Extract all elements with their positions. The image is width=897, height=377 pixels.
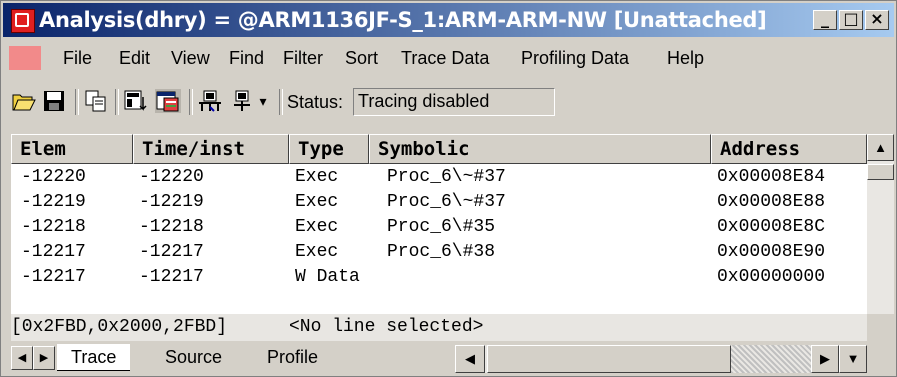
column-header-symbolic[interactable]: Symbolic bbox=[369, 134, 711, 164]
window-title: Analysis(dhry) = @ARM1136JF-S_1:ARM-ARM-… bbox=[39, 8, 767, 32]
binary-view-icon[interactable] bbox=[123, 89, 149, 113]
capture-dropdown-arrow[interactable]: ▾ bbox=[255, 89, 271, 113]
save-icon[interactable] bbox=[41, 89, 67, 113]
menu-file[interactable]: File bbox=[63, 48, 92, 69]
toolbar-separator bbox=[115, 89, 119, 115]
toolbar-separator bbox=[279, 89, 283, 115]
document-icon[interactable] bbox=[9, 46, 41, 70]
app-icon bbox=[11, 9, 35, 33]
toolbar-separator bbox=[75, 89, 79, 115]
vertical-scrollbar[interactable]: ▲ bbox=[867, 134, 894, 314]
cell-type: Exec bbox=[295, 242, 339, 262]
cell-address: 0x00000000 bbox=[717, 267, 826, 287]
scroll-down-button[interactable]: ▼ bbox=[839, 345, 867, 373]
table-row[interactable]: -12219 -12219 Exec Proc_6\~#37 0x00008E8… bbox=[11, 190, 867, 215]
scroll-track bbox=[731, 345, 811, 373]
column-header-time-inst[interactable]: Time/inst bbox=[133, 134, 289, 164]
status-line: [0x2FBD,0x2000,2FBD] <No line selected> bbox=[11, 314, 867, 341]
cell-symbolic: Proc_6\#35 bbox=[387, 217, 496, 237]
open-folder-icon[interactable] bbox=[11, 89, 37, 113]
cell-type: W Data bbox=[295, 267, 360, 287]
toolbar: ▾ Status: Tracing disabled bbox=[3, 83, 894, 119]
scroll-right-button[interactable]: ▶ bbox=[811, 345, 839, 373]
menu-help[interactable]: Help bbox=[667, 48, 704, 69]
cell-symbolic: Proc_6\~#37 bbox=[387, 192, 506, 212]
column-header-address[interactable]: Address bbox=[711, 134, 867, 164]
column-header-type[interactable]: Type bbox=[289, 134, 369, 164]
cell-address: 0x00008E84 bbox=[717, 167, 826, 187]
cell-elem: -12220 bbox=[21, 167, 86, 187]
cell-elem: -12219 bbox=[21, 192, 86, 212]
column-header-elem[interactable]: Elem bbox=[11, 134, 133, 164]
cell-symbolic: Proc_6\~#37 bbox=[387, 167, 506, 187]
table-row[interactable]: -12217 -12217 Exec Proc_6\#38 0x00008E90 bbox=[11, 240, 867, 265]
column-header-row: Elem Time/inst Type Symbolic Address bbox=[11, 134, 867, 164]
table-row[interactable]: -12218 -12218 Exec Proc_6\#35 0x00008E8C bbox=[11, 215, 867, 240]
tab-source[interactable]: Source bbox=[151, 344, 236, 370]
trace-window-icon[interactable] bbox=[155, 89, 181, 113]
cell-type: Exec bbox=[295, 167, 339, 187]
menu-bar: File Edit View Find Filter Sort Trace Da… bbox=[3, 43, 894, 73]
table-row[interactable]: -12220 -12220 Exec Proc_6\~#37 0x00008E8… bbox=[11, 165, 867, 190]
maximize-button[interactable]: □ bbox=[839, 10, 863, 30]
copy-icon[interactable] bbox=[83, 89, 109, 113]
cell-address: 0x00008E88 bbox=[717, 192, 826, 212]
trace-filter-icon[interactable] bbox=[197, 89, 223, 113]
cell-time: -12217 bbox=[139, 242, 204, 262]
horizontal-scrollbar[interactable]: ◀ ▶ ▼ bbox=[455, 345, 867, 373]
selection-readout: <No line selected> bbox=[289, 317, 484, 337]
tab-profile[interactable]: Profile bbox=[253, 344, 332, 370]
status-label: Status: bbox=[287, 92, 344, 112]
cell-time: -12218 bbox=[139, 217, 204, 237]
scroll-up-button[interactable]: ▲ bbox=[867, 134, 894, 161]
title-bar[interactable]: Analysis(dhry) = @ARM1136JF-S_1:ARM-ARM-… bbox=[3, 3, 894, 37]
tab-trace[interactable]: Trace bbox=[57, 344, 131, 371]
cell-address: 0x00008E8C bbox=[717, 217, 826, 237]
menu-filter[interactable]: Filter bbox=[283, 48, 323, 69]
menu-view[interactable]: View bbox=[171, 48, 210, 69]
cell-time: -12217 bbox=[139, 267, 204, 287]
tab-scroll-right-button[interactable]: ▶ bbox=[33, 346, 55, 370]
menu-edit[interactable]: Edit bbox=[119, 48, 150, 69]
cell-symbolic: Proc_6\#38 bbox=[387, 242, 496, 262]
cell-type: Exec bbox=[295, 192, 339, 212]
trace-capture-icon[interactable] bbox=[229, 89, 255, 113]
vertical-scroll-thumb[interactable] bbox=[867, 164, 894, 180]
cell-type: Exec bbox=[295, 217, 339, 237]
status-field: Tracing disabled bbox=[353, 88, 555, 116]
scroll-left-button[interactable]: ◀ bbox=[455, 345, 485, 373]
cell-time: -12219 bbox=[139, 192, 204, 212]
position-readout: [0x2FBD,0x2000,2FBD] bbox=[11, 317, 228, 337]
analysis-window: Analysis(dhry) = @ARM1136JF-S_1:ARM-ARM-… bbox=[0, 0, 897, 377]
menu-trace-data[interactable]: Trace Data bbox=[401, 48, 489, 69]
toolbar-separator bbox=[189, 89, 193, 115]
cell-time: -12220 bbox=[139, 167, 204, 187]
menu-find[interactable]: Find bbox=[229, 48, 264, 69]
cell-elem: -12217 bbox=[21, 267, 86, 287]
menu-profiling-data[interactable]: Profiling Data bbox=[521, 48, 629, 69]
close-button[interactable]: × bbox=[865, 10, 889, 30]
cell-elem: -12218 bbox=[21, 217, 86, 237]
cell-address: 0x00008E90 bbox=[717, 242, 826, 262]
horizontal-scroll-thumb[interactable] bbox=[487, 345, 731, 373]
menu-sort[interactable]: Sort bbox=[345, 48, 378, 69]
cell-elem: -12217 bbox=[21, 242, 86, 262]
table-row[interactable]: -12217 -12217 W Data 0x00000000 bbox=[11, 265, 867, 290]
tab-scroll-left-button[interactable]: ◀ bbox=[11, 346, 33, 370]
minimize-button[interactable]: _ bbox=[813, 10, 837, 30]
